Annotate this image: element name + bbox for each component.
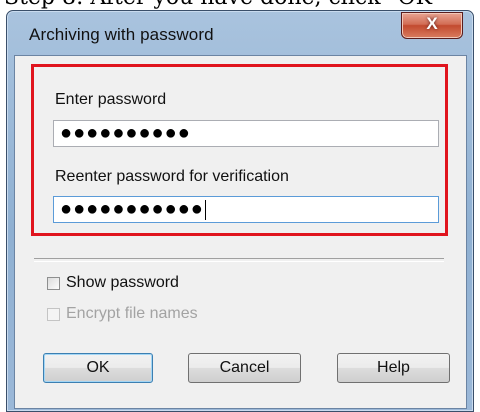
close-button[interactable]: X bbox=[401, 12, 463, 39]
encrypt-names-checkbox bbox=[47, 307, 60, 321]
window-title: Archiving with password bbox=[29, 25, 214, 44]
help-button[interactable]: Help bbox=[337, 353, 450, 383]
verify-password-field[interactable]: ●●●●●●●●●●● bbox=[53, 196, 439, 223]
title-bar[interactable]: Archiving with password X bbox=[7, 11, 473, 55]
separator bbox=[34, 258, 444, 262]
show-password-option[interactable]: Show password bbox=[47, 274, 179, 292]
password-field-value: ●●●●●●●●●● bbox=[60, 122, 191, 144]
show-password-checkbox[interactable] bbox=[47, 276, 60, 290]
show-password-label[interactable]: Show password bbox=[66, 274, 179, 292]
reenter-password-label: Reenter password for verification bbox=[55, 168, 289, 185]
cancel-button[interactable]: Cancel bbox=[188, 353, 301, 383]
password-field[interactable]: ●●●●●●●●●● bbox=[53, 120, 439, 147]
encrypt-names-option: Encrypt file names bbox=[47, 305, 198, 323]
verify-password-field-value: ●●●●●●●●●●● bbox=[60, 198, 204, 220]
encrypt-names-label: Encrypt file names bbox=[66, 305, 198, 322]
text-caret bbox=[204, 199, 206, 220]
enter-password-label: Enter password bbox=[55, 91, 167, 108]
close-icon: X bbox=[426, 14, 438, 33]
tutorial-caption: Step 8: After you have done, click "OK" bbox=[0, 0, 480, 10]
ok-button[interactable]: OK bbox=[43, 353, 153, 383]
